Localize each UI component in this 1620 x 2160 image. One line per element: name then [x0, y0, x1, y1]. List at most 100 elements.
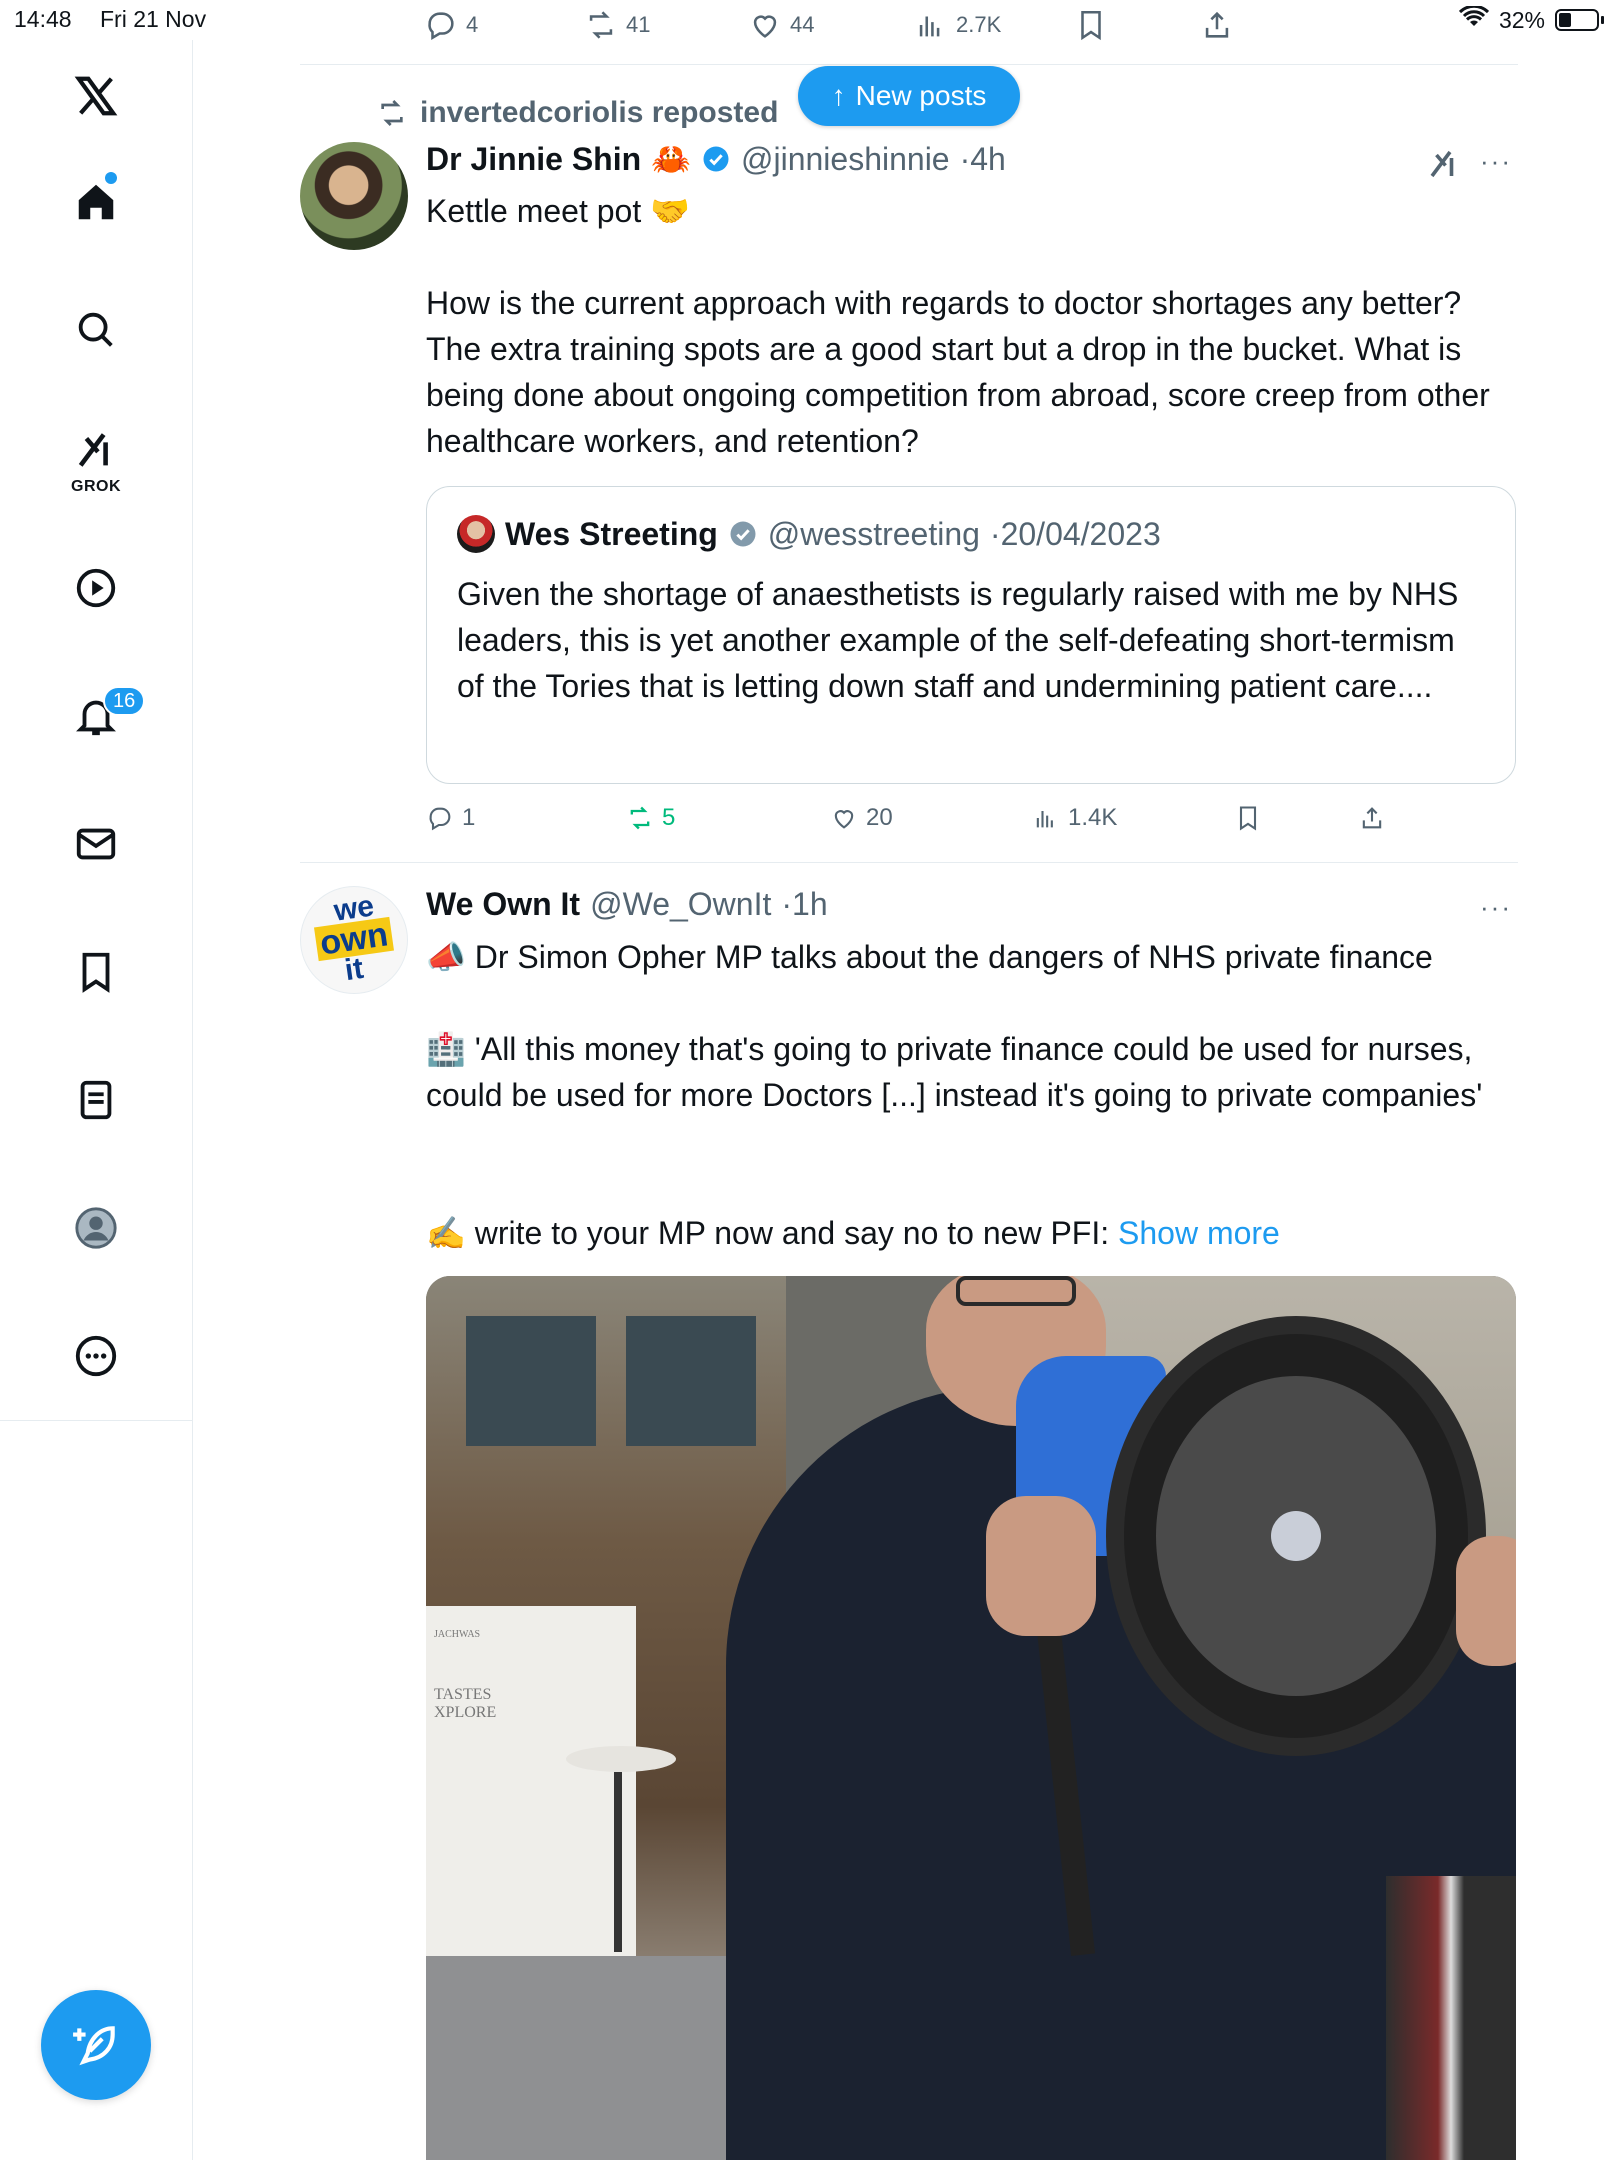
grok-small-icon — [1430, 150, 1454, 178]
avatar[interactable]: we own it — [300, 886, 408, 994]
author-handle[interactable]: @We_OwnIt — [590, 886, 771, 923]
verified-badge-icon — [701, 144, 731, 174]
grok-label: GROK — [71, 478, 121, 495]
top-reply-button[interactable]: 4 — [424, 8, 478, 42]
like-button[interactable]: 20 — [830, 804, 893, 832]
reply-icon — [428, 12, 454, 41]
nav-search[interactable] — [66, 300, 126, 360]
quote-author-name: Wes Streeting — [505, 515, 718, 552]
media-sign-line2: XPLORE — [434, 1704, 497, 1721]
tweet2-header: We Own It @We_OwnIt ·1h — [426, 886, 828, 923]
compose-feather-icon — [73, 2026, 115, 2066]
bookmark-button[interactable] — [1234, 804, 1262, 832]
wifi-icon — [1458, 4, 1490, 34]
more-circle-icon — [75, 1335, 117, 1377]
media-table-leg — [614, 1772, 622, 1952]
reply-button[interactable]: 1 — [426, 804, 475, 832]
bookmark-icon — [1081, 10, 1101, 41]
nav-more[interactable] — [66, 1326, 126, 1386]
media-sign-line1: TASTES — [434, 1686, 492, 1703]
repost-icon — [589, 11, 613, 39]
grok-explain-button[interactable] — [1426, 146, 1462, 187]
nav-profile[interactable] — [66, 1198, 126, 1258]
author-name[interactable]: Dr Jinnie Shin — [426, 141, 641, 178]
play-icon — [76, 568, 116, 608]
list-icon — [80, 1080, 112, 1120]
grok-icon — [78, 433, 108, 467]
quote-card[interactable]: Wes Streeting @wesstreeting ·20/04/2023 … — [426, 486, 1516, 784]
author-name[interactable]: We Own It — [426, 886, 580, 923]
media-hand — [986, 1496, 1096, 1636]
repost-icon — [630, 806, 650, 830]
new-posts-label: New posts — [855, 80, 987, 111]
x-logo-button[interactable] — [66, 66, 126, 126]
top-share-button[interactable] — [1200, 8, 1234, 42]
sidebar-divider — [0, 1420, 193, 1421]
arrow-up-icon: ↑ — [831, 80, 846, 111]
top-views-button[interactable]: 2.7K — [914, 8, 1001, 42]
tweet2-line2: 🏥 'All this money that's going to privat… — [426, 1031, 1483, 1113]
verified-grey-badge-icon — [728, 519, 758, 549]
nav-messages[interactable] — [66, 814, 126, 874]
post-more-button[interactable]: ··· — [1480, 892, 1512, 923]
tweet2-line3-text: ✍️ write to your MP now and say no to ne… — [426, 1215, 1110, 1251]
home-icon — [78, 184, 114, 220]
nav-bookmarks[interactable] — [66, 942, 126, 1002]
nav-grok[interactable] — [66, 420, 126, 480]
repost-line-text: invertedcoriolis reposted — [420, 96, 779, 129]
search-icon — [78, 312, 113, 347]
reply-icon — [429, 807, 451, 831]
share-button[interactable] — [1358, 804, 1386, 832]
x-logo-icon — [74, 76, 118, 116]
repost-indicator[interactable]: invertedcoriolis reposted — [376, 96, 778, 130]
post-more-button[interactable]: ··· — [1480, 146, 1512, 177]
top-like-button[interactable]: 44 — [748, 8, 814, 42]
views-button[interactable]: 1.4K — [1032, 804, 1117, 832]
status-time: 14:48 — [14, 6, 72, 32]
top-repost-button[interactable]: 41 — [584, 8, 650, 42]
views-icon — [1036, 811, 1053, 828]
media-sign-board — [426, 1606, 636, 1956]
post-time[interactable]: ·4h — [960, 141, 1006, 178]
video-media[interactable]: JACHWAS TASTES XPLORE — [426, 1276, 1516, 2160]
media-window — [466, 1316, 596, 1446]
post-time[interactable]: ·1h — [781, 886, 827, 923]
battery-percent: 32% — [1498, 6, 1545, 33]
media-scarf — [1386, 1876, 1516, 2160]
bookmark-nav-icon — [82, 952, 110, 993]
new-posts-button[interactable]: ↑ New posts — [798, 66, 1020, 126]
avatar[interactable] — [300, 142, 408, 250]
home-unread-dot — [105, 172, 117, 184]
top-views-count: 2.7K — [956, 12, 1002, 37]
tweet1-line1: Kettle meet pot 🤝 — [426, 193, 690, 229]
profile-icon — [75, 1207, 117, 1249]
mail-icon — [76, 828, 116, 860]
status-right: 32% — [1458, 4, 1604, 34]
media-hand — [1456, 1536, 1516, 1666]
repost-button[interactable]: 5 — [626, 804, 675, 832]
nav-lists[interactable] — [66, 1070, 126, 1130]
bookmark-icon — [1239, 806, 1257, 831]
media-sign-top: JACHWAS — [434, 1629, 481, 1640]
nav-video[interactable] — [66, 558, 126, 618]
like-count: 20 — [866, 804, 893, 831]
top-reply-count: 4 — [466, 12, 479, 37]
nav-home[interactable] — [66, 172, 126, 232]
reply-count: 1 — [462, 804, 476, 831]
media-window — [626, 1316, 756, 1446]
top-like-count: 44 — [790, 12, 815, 37]
compose-button[interactable] — [41, 1990, 151, 2100]
heart-icon — [834, 810, 854, 829]
show-more-link[interactable]: Show more — [1118, 1215, 1280, 1251]
quote-avatar — [457, 515, 495, 553]
author-handle[interactable]: @jinnieshinnie — [741, 141, 950, 178]
tweet2-line3: ✍️ write to your MP now and say no to ne… — [426, 1210, 1516, 1256]
media-glasses — [956, 1276, 1076, 1306]
share-icon — [1362, 807, 1382, 829]
quote-handle: @wesstreeting — [767, 515, 980, 552]
quote-text: Given the shortage of anaesthetists is r… — [457, 576, 1459, 704]
top-bookmark-button[interactable] — [1074, 8, 1108, 42]
share-icon — [1205, 11, 1229, 38]
notifications-badge: 16 — [103, 686, 146, 716]
quote-date: ·20/04/2023 — [989, 515, 1161, 552]
